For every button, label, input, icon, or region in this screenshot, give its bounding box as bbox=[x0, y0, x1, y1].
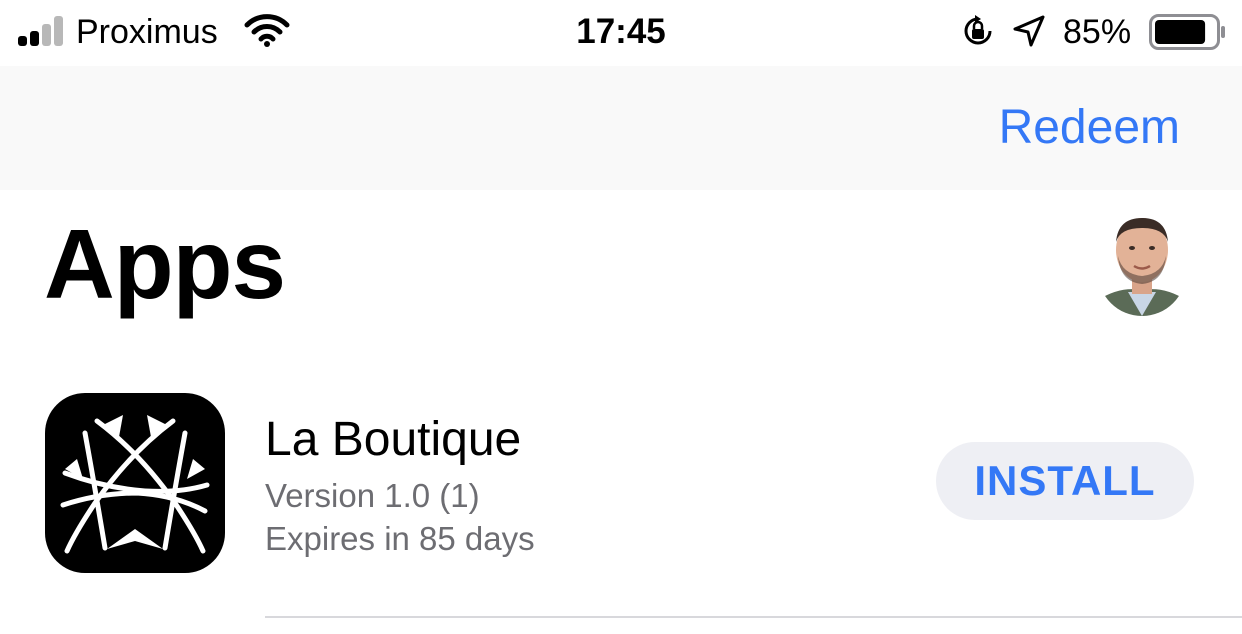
list-item[interactable]: La Boutique Version 1.0 (1) Expires in 8… bbox=[0, 390, 1242, 618]
install-button[interactable]: INSTALL bbox=[936, 442, 1194, 520]
profile-avatar[interactable] bbox=[1098, 212, 1186, 316]
battery-icon bbox=[1149, 14, 1225, 50]
page-title: Apps bbox=[44, 209, 286, 319]
rotation-lock-icon bbox=[964, 15, 992, 45]
status-bar: Proximus 17:45 85% bbox=[0, 0, 1242, 66]
battery-percent: 85% bbox=[1063, 13, 1132, 51]
app-expiry: Expires in 85 days bbox=[265, 520, 535, 557]
app-name: La Boutique bbox=[265, 413, 522, 466]
status-time: 17:45 bbox=[576, 12, 666, 51]
navigation-bar: Redeem bbox=[0, 66, 1242, 190]
location-arrow-icon bbox=[1013, 15, 1045, 47]
app-version: Version 1.0 (1) bbox=[265, 477, 480, 514]
redeem-button[interactable]: Redeem bbox=[999, 100, 1180, 155]
row-separator bbox=[265, 616, 1242, 618]
la-boutique-app-icon bbox=[45, 393, 225, 573]
